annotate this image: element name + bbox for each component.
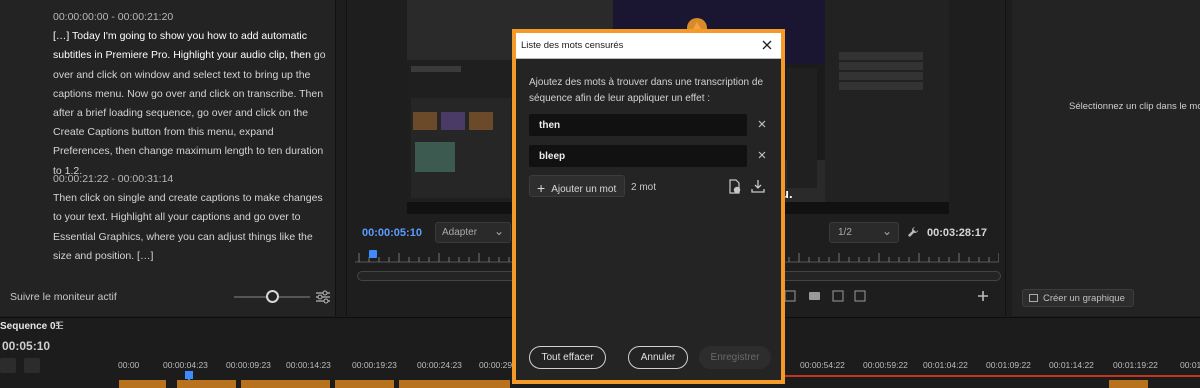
sequence-tab[interactable]: Sequence 01 bbox=[0, 321, 61, 332]
add-button-icon[interactable] bbox=[978, 291, 988, 301]
timeline-tick-label: 00:00:14:23 bbox=[286, 360, 331, 370]
timeline-tick-label: 00:01:14:22 bbox=[1049, 360, 1094, 370]
dialog-title: Liste des mots censurés bbox=[521, 40, 624, 51]
transcript-entry[interactable]: 00:00:21:22 - 00:00:31:14 Then click on … bbox=[53, 170, 328, 266]
timeline-tools bbox=[0, 358, 118, 374]
word-field[interactable]: then bbox=[529, 114, 747, 136]
zoom-slider-knob[interactable] bbox=[266, 290, 279, 303]
dialog-highlight: Liste des mots censurés Ajoutez des mots… bbox=[512, 29, 785, 384]
transcript-footer: Suivre le moniteur actif bbox=[0, 283, 336, 311]
transcript-timecode: 00:00:21:22 - 00:00:31:14 bbox=[53, 173, 174, 185]
create-graphic-label: Créer un graphique bbox=[1043, 293, 1125, 304]
settings-icon[interactable] bbox=[854, 290, 866, 302]
timeline-tick-label: 00:00:09:23 bbox=[226, 360, 271, 370]
timeline-tick-label: 00:00:24:23 bbox=[417, 360, 462, 370]
resolution-dropdown[interactable]: 1/2 bbox=[829, 222, 899, 243]
word-field[interactable]: bleep bbox=[529, 145, 747, 167]
select-clip-message: Sélectionnez un clip dans le montage bbox=[1069, 101, 1200, 112]
close-icon[interactable] bbox=[759, 37, 775, 53]
transcript-text[interactable]: Then click on single and create captions… bbox=[53, 189, 328, 266]
caption-clip[interactable] bbox=[177, 380, 237, 388]
caption-clip[interactable] bbox=[335, 380, 395, 388]
fit-dropdown[interactable]: Adapter bbox=[435, 222, 511, 243]
sliders-settings-icon[interactable] bbox=[315, 289, 331, 305]
graphic-icon bbox=[1029, 294, 1038, 302]
captions-icon[interactable] bbox=[96, 358, 112, 373]
timeline-tick-label: 00:00:29 bbox=[479, 360, 513, 370]
linked-selection-icon[interactable] bbox=[24, 358, 40, 373]
timeline-tick-label: 00:00:54:22 bbox=[800, 360, 845, 370]
transcript-entry[interactable]: 00:00:00:00 - 00:00:21:20 […] Today I'm … bbox=[53, 8, 328, 181]
monitor-playhead[interactable] bbox=[369, 250, 377, 258]
clear-all-button[interactable]: Tout effacer bbox=[529, 346, 606, 369]
marker-icon[interactable] bbox=[48, 358, 64, 373]
monitor-controls bbox=[784, 290, 988, 302]
dialog-description: Ajoutez des mots à trouver dans une tran… bbox=[529, 77, 764, 104]
word-count: 2 mot bbox=[631, 182, 657, 193]
transcript-text-highlighted[interactable]: […] Today I'm going to show you how to a… bbox=[53, 30, 311, 61]
timeline-tick-label: 00:00 bbox=[118, 360, 140, 370]
effect-controls-panel: Sélectionnez un clip dans le montage Cré… bbox=[1012, 0, 1200, 316]
playhead-timecode[interactable]: 00:00:05:10 bbox=[362, 227, 422, 239]
magnet-icon[interactable] bbox=[0, 358, 16, 373]
save-button[interactable]: Enregistrer bbox=[699, 346, 771, 369]
word-row: then bbox=[529, 114, 774, 136]
follow-monitor-label: Suivre le moniteur actif bbox=[10, 291, 117, 303]
transcript-panel: 00:00:00:00 - 00:00:21:20 […] Today I'm … bbox=[0, 0, 336, 316]
timeline-playhead[interactable] bbox=[185, 371, 193, 379]
dialog-titlebar[interactable]: Liste des mots censurés bbox=[516, 33, 781, 59]
compare-icon[interactable] bbox=[832, 290, 844, 302]
import-list-icon[interactable] bbox=[728, 179, 742, 194]
insert-icon[interactable] bbox=[784, 290, 796, 302]
timeline-tick-label: 00:01:19:22 bbox=[1113, 360, 1158, 370]
caption-clip[interactable] bbox=[399, 380, 511, 388]
timeline-timecode[interactable]: 00:05:10 bbox=[2, 339, 50, 353]
duration-timecode: 00:03:28:17 bbox=[927, 227, 987, 239]
timeline-tick-label: 00:00:19:23 bbox=[352, 360, 397, 370]
timeline-tick-label: 00:01:09:22 bbox=[986, 360, 1031, 370]
timeline-tick-label: 00:01:04:22 bbox=[923, 360, 968, 370]
plus-icon: + bbox=[537, 180, 546, 196]
transcript-text-rest[interactable]: go over and click on window and select t… bbox=[53, 49, 326, 176]
timeline-tick-label: 00:00:04:23 bbox=[163, 360, 208, 370]
censored-words-dialog: Liste des mots censurés Ajoutez des mots… bbox=[516, 33, 781, 380]
add-word-label: Ajouter un mot bbox=[551, 184, 617, 195]
caption-clip[interactable] bbox=[119, 380, 167, 388]
transcript-timecode: 00:00:00:00 - 00:00:21:20 bbox=[53, 11, 174, 23]
timeline-wrench-icon[interactable] bbox=[72, 358, 88, 373]
remove-word-icon[interactable] bbox=[755, 117, 769, 131]
timeline-tick-label: 00:01:24 bbox=[1180, 360, 1200, 370]
sequence-menu-icon[interactable]: ☰ bbox=[55, 321, 64, 332]
caption-clip[interactable] bbox=[241, 380, 331, 388]
camera-icon[interactable] bbox=[809, 292, 820, 300]
create-graphic-button[interactable]: Créer un graphique bbox=[1022, 289, 1134, 307]
add-word-button[interactable]: + Ajouter un mot bbox=[529, 175, 625, 197]
caption-clip[interactable] bbox=[1109, 380, 1149, 388]
transcript-text[interactable]: […] Today I'm going to show you how to a… bbox=[53, 27, 328, 181]
wrench-icon[interactable] bbox=[907, 226, 919, 238]
word-row: bleep bbox=[529, 145, 774, 167]
timeline-tick-label: 00:00:59:22 bbox=[863, 360, 908, 370]
cancel-button[interactable]: Annuler bbox=[628, 346, 688, 369]
remove-word-icon[interactable] bbox=[755, 148, 769, 162]
export-list-icon[interactable] bbox=[751, 179, 765, 194]
